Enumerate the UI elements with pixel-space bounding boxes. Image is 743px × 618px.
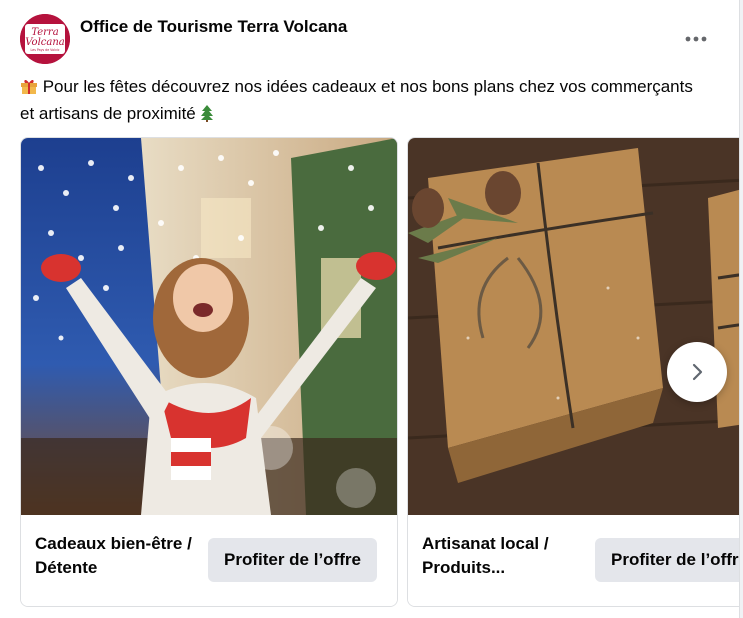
chevron-right-icon — [692, 363, 703, 381]
carousel-next-button[interactable] — [667, 342, 727, 402]
svg-text:Les Pays de Volvic: Les Pays de Volvic — [31, 48, 60, 52]
carousel: Cadeaux bien-être / Détente Profiter de … — [20, 137, 739, 607]
cta-button[interactable]: Profiter de l’offre — [208, 538, 377, 582]
post-message: Pour les fêtes découvrez nos idées cadea… — [20, 75, 700, 129]
christmas-tree-emoji-icon — [200, 104, 214, 129]
card-footer: Artisanat local / Produits... Profiter d… — [408, 515, 739, 606]
post-header: Terra Volcana Les Pays de Volvic Office … — [20, 14, 719, 64]
post-card: Terra Volcana Les Pays de Volvic Office … — [0, 0, 740, 618]
card-image-gift-package[interactable] — [408, 138, 739, 515]
more-horizontal-icon — [685, 36, 707, 42]
card-title[interactable]: Artisanat local / Produits... — [422, 532, 592, 580]
more-options-button[interactable] — [681, 24, 711, 54]
terra-volcana-logo: Terra Volcana Les Pays de Volvic — [20, 14, 70, 64]
carousel-card-1[interactable]: Cadeaux bien-être / Détente Profiter de … — [20, 137, 398, 607]
card-title[interactable]: Cadeaux bien-être / Détente — [35, 532, 205, 580]
card-footer: Cadeaux bien-être / Détente Profiter de … — [21, 515, 397, 606]
gift-emoji-icon — [20, 77, 38, 102]
page-avatar[interactable]: Terra Volcana Les Pays de Volvic — [20, 14, 70, 64]
svg-text:Volcana: Volcana — [25, 37, 65, 48]
post-message-text: Pour les fêtes découvrez nos idées cadea… — [20, 77, 693, 123]
page-name-link[interactable]: Office de Tourisme Terra Volcana — [80, 17, 347, 37]
card-image-christmas-woman[interactable] — [21, 138, 397, 515]
cta-button[interactable]: Profiter de l’offre — [595, 538, 739, 582]
